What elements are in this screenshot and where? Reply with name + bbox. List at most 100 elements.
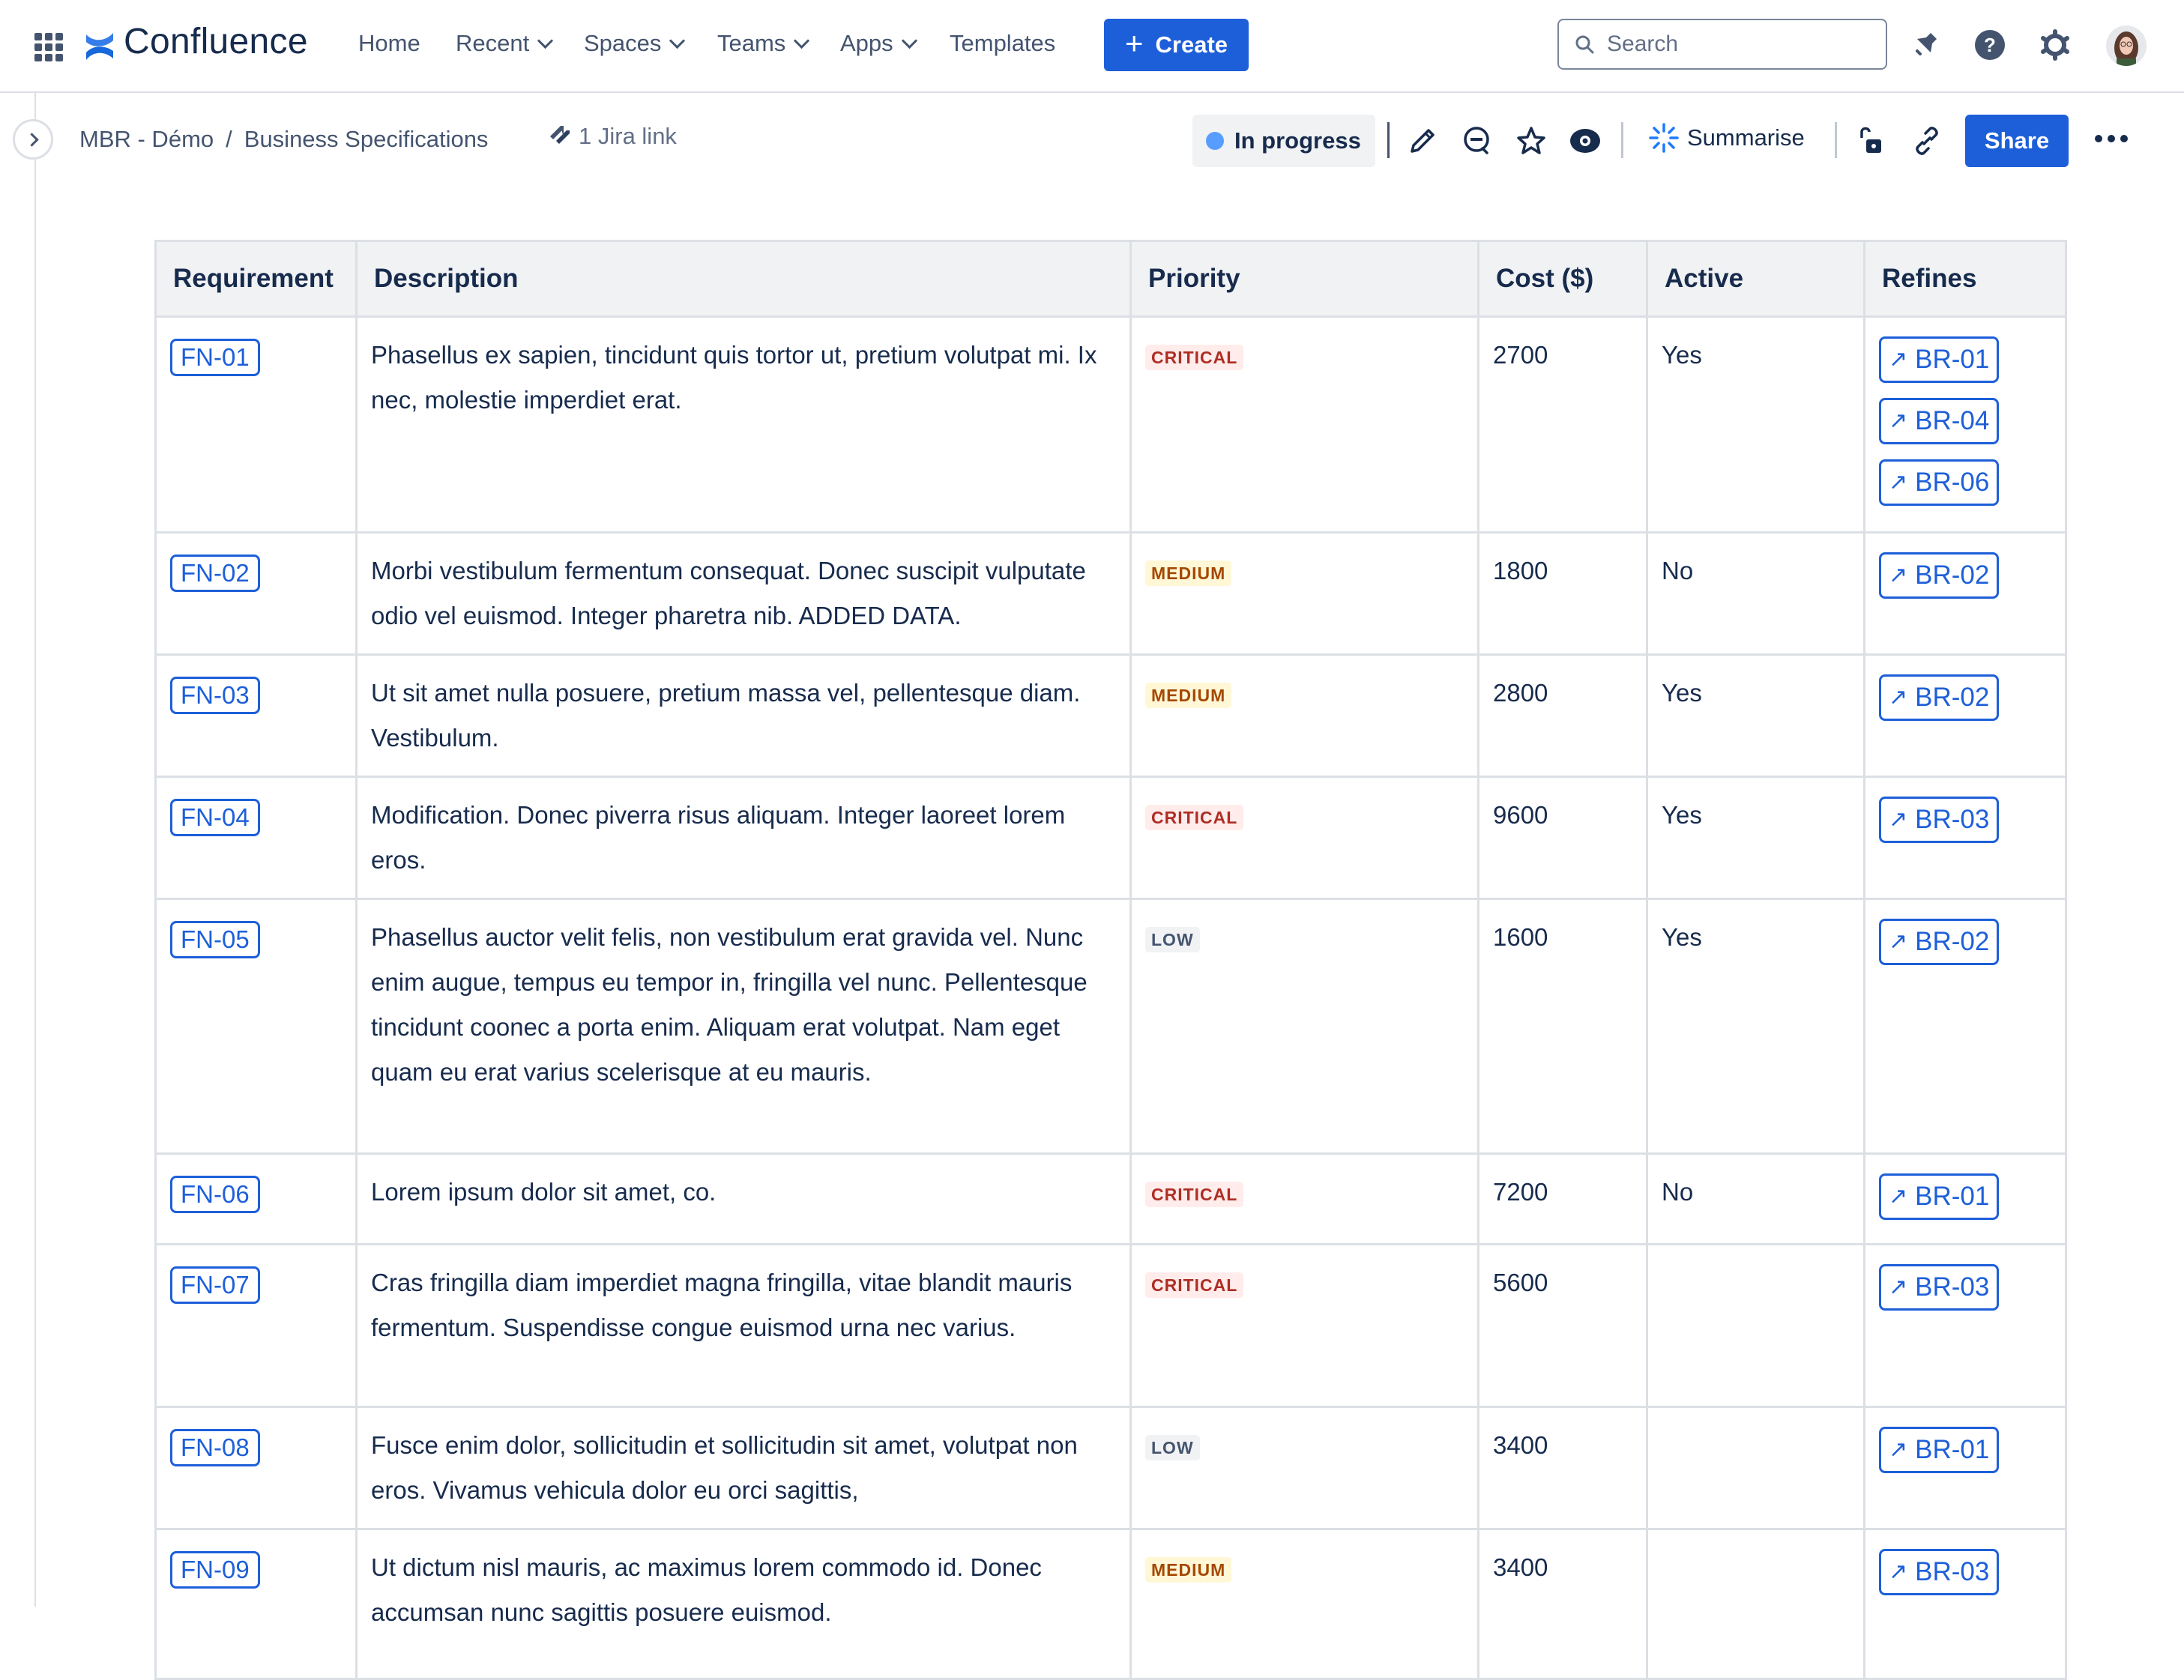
refines-link[interactable]: ↗ BR-06 — [1879, 459, 2000, 506]
arrow-up-right-icon: ↗ — [1889, 408, 1908, 433]
nav-templates-label: Templates — [950, 30, 1056, 56]
summarise-label: Summarise — [1687, 124, 1805, 151]
watch-icon[interactable] — [1569, 124, 1602, 157]
confluence-logo-icon[interactable] — [84, 30, 115, 63]
column-header-refines[interactable]: Refines — [1863, 240, 2067, 318]
star-icon[interactable] — [1515, 124, 1548, 157]
jira-link[interactable]: 1 Jira link — [547, 123, 677, 150]
help-icon[interactable]: ? — [1973, 28, 2006, 61]
refines-link[interactable]: ↗ BR-02 — [1879, 919, 2000, 965]
avatar[interactable] — [2106, 25, 2147, 66]
search-input[interactable] — [1605, 31, 1878, 58]
cell-refines: ↗ BR-01 — [1863, 1406, 2067, 1530]
cell-requirement: FN-01 — [154, 315, 358, 534]
nav-templates[interactable]: Templates — [950, 30, 1055, 57]
refines-link[interactable]: ↗ BR-03 — [1879, 1549, 2000, 1595]
table-header-row: Requirement Description Priority Cost ($… — [154, 240, 2067, 318]
column-header-description[interactable]: Description — [355, 240, 1132, 318]
cell-requirement: FN-05 — [154, 898, 358, 1155]
settings-icon[interactable] — [2039, 28, 2072, 61]
cell-priority: MEDIUM — [1129, 531, 1479, 656]
refines-list: ↗ BR-03 — [1879, 1545, 2051, 1595]
cell-active — [1646, 1243, 1865, 1408]
cell-refines: ↗ BR-02 — [1863, 898, 2067, 1155]
table-row: FN-06 Lorem ipsum dolor sit amet, co. CRIT… — [154, 1152, 2067, 1245]
cell-priority: MEDIUM — [1129, 1528, 1479, 1680]
priority-lozenge: MEDIUM — [1145, 683, 1232, 708]
column-header-priority[interactable]: Priority — [1129, 240, 1479, 318]
column-header-requirement[interactable]: Requirement — [154, 240, 358, 318]
requirements-table: Requirement Description Priority Cost ($… — [154, 240, 2067, 1680]
arrow-up-right-icon: ↗ — [1889, 807, 1908, 832]
cell-refines: ↗ BR-03 — [1863, 1528, 2067, 1680]
refines-link[interactable]: ↗ BR-01 — [1879, 1427, 2000, 1473]
status-dot-icon — [1206, 132, 1224, 150]
refines-list: ↗ BR-02 — [1879, 915, 2051, 965]
product-name[interactable]: Confluence — [124, 21, 308, 62]
cell-priority: CRITICAL — [1129, 315, 1479, 534]
cell-description: Cras fringilla diam imperdiet magna frin… — [355, 1243, 1132, 1408]
requirement-link[interactable]: FN-05 — [170, 921, 260, 958]
chevron-right-icon — [24, 132, 39, 147]
cell-cost: 3400 — [1477, 1406, 1648, 1530]
refines-link[interactable]: ↗ BR-01 — [1879, 336, 2000, 383]
nav-home[interactable]: Home — [358, 30, 420, 57]
copy-link-icon[interactable] — [1910, 124, 1943, 157]
requirement-link[interactable]: FN-09 — [170, 1551, 260, 1589]
requirement-link[interactable]: FN-01 — [170, 339, 260, 376]
summarise-button[interactable]: Summarise — [1648, 122, 1805, 154]
status-badge[interactable]: In progress — [1192, 115, 1375, 167]
requirement-link[interactable]: FN-03 — [170, 677, 260, 714]
refines-link[interactable]: ↗ BR-02 — [1879, 674, 2000, 721]
requirement-link[interactable]: FN-08 — [170, 1429, 260, 1466]
table-row: FN-08 Fusce enim dolor, sollicitudin et s… — [154, 1406, 2067, 1530]
priority-lozenge: MEDIUM — [1145, 1557, 1232, 1583]
edit-icon[interactable] — [1406, 124, 1439, 157]
requirement-link[interactable]: FN-04 — [170, 799, 260, 836]
search-box[interactable] — [1557, 19, 1887, 70]
column-header-active[interactable]: Active — [1646, 240, 1865, 318]
divider — [1621, 122, 1623, 158]
cell-active: No — [1646, 1152, 1865, 1245]
priority-lozenge: CRITICAL — [1145, 345, 1244, 370]
share-label: Share — [1984, 127, 2050, 154]
refines-list: ↗ BR-01 — [1879, 1423, 2051, 1473]
arrow-up-right-icon: ↗ — [1889, 929, 1908, 954]
refines-link[interactable]: ↗ BR-02 — [1879, 552, 2000, 599]
breadcrumb-space[interactable]: MBR - Démo — [79, 126, 214, 153]
notifications-icon[interactable] — [1908, 28, 1941, 61]
refines-list: ↗ BR-03 — [1879, 793, 2051, 843]
app-switcher-icon[interactable] — [34, 33, 63, 61]
refines-link[interactable]: ↗ BR-01 — [1879, 1173, 2000, 1220]
requirement-link[interactable]: FN-07 — [170, 1266, 260, 1304]
cell-requirement: FN-07 — [154, 1243, 358, 1408]
nav-spaces[interactable]: Spaces — [584, 30, 686, 57]
refines-link[interactable]: ↗ BR-04 — [1879, 398, 2000, 444]
column-header-cost[interactable]: Cost ($) — [1477, 240, 1648, 318]
arrow-up-right-icon: ↗ — [1889, 1559, 1908, 1584]
arrow-up-right-icon: ↗ — [1889, 1275, 1908, 1299]
breadcrumb-page[interactable]: Business Specifications — [244, 126, 489, 153]
priority-lozenge: LOW — [1145, 927, 1200, 952]
cell-priority: LOW — [1129, 898, 1479, 1155]
more-actions-icon[interactable] — [2095, 135, 2128, 142]
nav-recent[interactable]: Recent — [456, 30, 554, 57]
unlocked-restrictions-icon[interactable] — [1856, 124, 1889, 157]
refines-link[interactable]: ↗ BR-03 — [1879, 1264, 2000, 1311]
requirement-link[interactable]: FN-02 — [170, 555, 260, 592]
comment-icon[interactable] — [1460, 124, 1493, 157]
nav-teams[interactable]: Teams — [717, 30, 810, 57]
cell-description: Phasellus ex sapien, tincidunt quis tort… — [355, 315, 1132, 534]
requirement-link[interactable]: FN-06 — [170, 1176, 260, 1213]
refines-label: BR-06 — [1915, 468, 1990, 497]
share-button[interactable]: Share — [1965, 115, 2069, 167]
cell-description: Phasellus auctor velit felis, non vestib… — [355, 898, 1132, 1155]
cell-cost: 2700 — [1477, 315, 1648, 534]
svg-text:?: ? — [1984, 34, 1996, 56]
expand-sidebar-button[interactable] — [13, 119, 53, 160]
refines-link[interactable]: ↗ BR-03 — [1879, 797, 2000, 843]
arrow-up-right-icon: ↗ — [1889, 470, 1908, 495]
nav-apps[interactable]: Apps — [840, 30, 917, 57]
create-button[interactable]: + Create — [1104, 19, 1249, 71]
arrow-up-right-icon: ↗ — [1889, 1184, 1908, 1209]
